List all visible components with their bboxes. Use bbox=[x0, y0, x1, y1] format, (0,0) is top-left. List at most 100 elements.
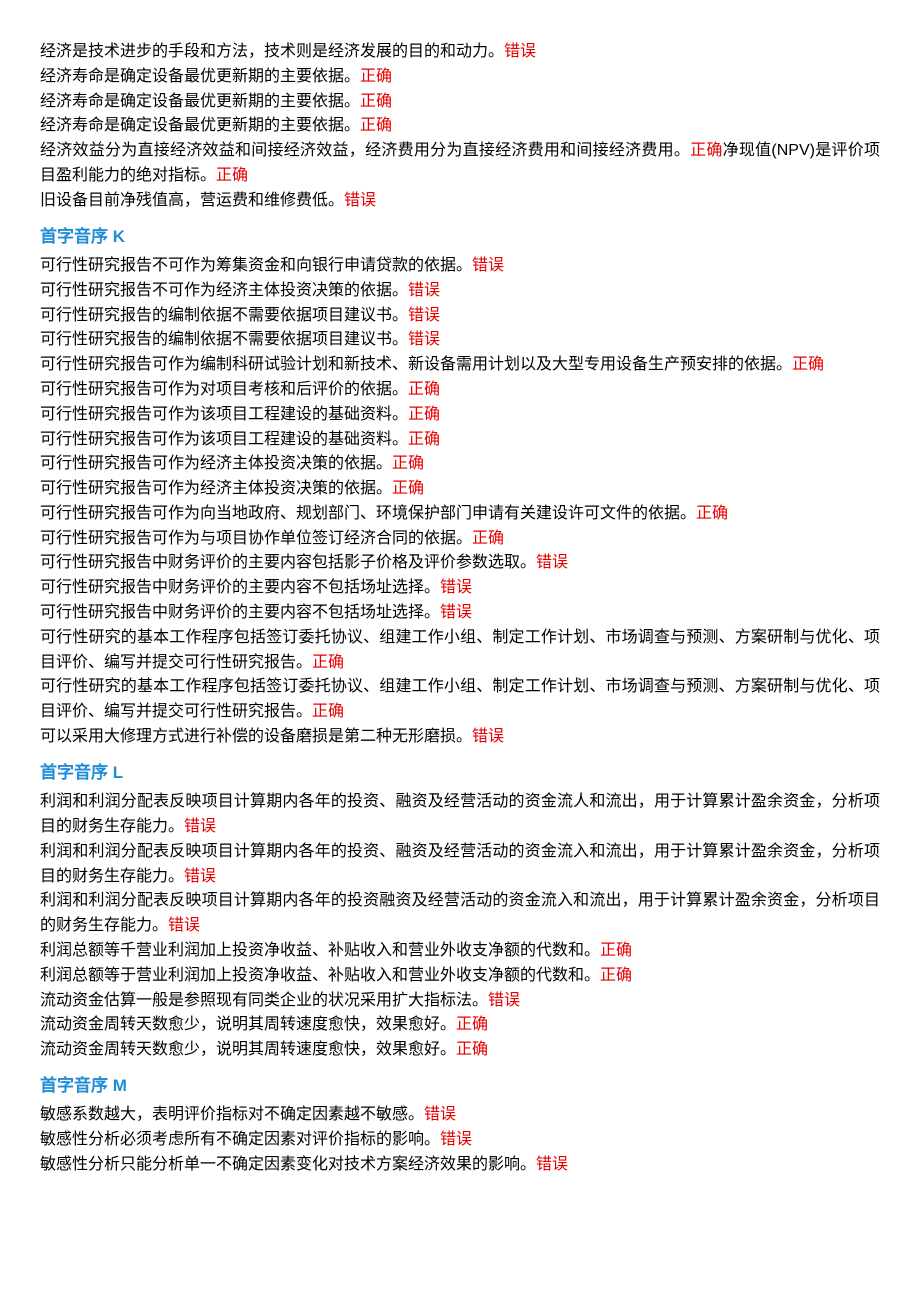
statement-line: 可行性研究报告可作为该项目工程建设的基础资料。正确 bbox=[40, 428, 880, 453]
statement-line: 利润和利润分配表反映项目计算期内各年的投资、融资及经营活动的资金流入和流出，用于… bbox=[40, 840, 880, 890]
statement-text: 可行性研究报告不可作为经济主体投资决策的依据。 bbox=[40, 282, 408, 299]
statement-line: 利润总额等千营业利润加上投资净收益、补贴收入和营业外收支净额的代数和。正确 bbox=[40, 939, 880, 964]
statement-line: 可以采用大修理方式进行补偿的设备磨损是第二种无形磨损。错误 bbox=[40, 725, 880, 750]
answer-correct: 正确 bbox=[696, 505, 728, 522]
statement-line: 流动资金周转天数愈少，说明其周转速度愈快，效果愈好。正确 bbox=[40, 1038, 880, 1063]
answer-correct: 正确 bbox=[792, 356, 824, 373]
statement-line: 经济效益分为直接经济效益和间接经济效益，经济费用分为直接经济费用和间接经济费用。… bbox=[40, 139, 880, 189]
statement-text: 可行性研究的基本工作程序包括签订委托协议、组建工作小组、制定工作计划、市场调查与… bbox=[40, 629, 880, 671]
answer-correct: 正确 bbox=[600, 942, 632, 959]
answer-correct: 正确 bbox=[360, 117, 392, 134]
statement-line: 可行性研究的基本工作程序包括签订委托协议、组建工作小组、制定工作计划、市场调查与… bbox=[40, 675, 880, 725]
statement-line: 可行性研究报告可作为经济主体投资决策的依据。正确 bbox=[40, 452, 880, 477]
statement-text: 经济寿命是确定设备最优更新期的主要依据。 bbox=[40, 117, 360, 134]
answer-wrong: 错误 bbox=[184, 868, 216, 885]
statement-line: 利润总额等于营业利润加上投资净收益、补贴收入和营业外收支净额的代数和。正确 bbox=[40, 964, 880, 989]
statement-text: 可行性研究报告可作为编制科研试验计划和新技术、新设备需用计划以及大型专用设备生产… bbox=[40, 356, 792, 373]
statement-line: 可行性研究报告可作为向当地政府、规划部门、环境保护部门申请有关建设许可文件的依据… bbox=[40, 502, 880, 527]
statement-line: 可行性研究报告可作为该项目工程建设的基础资料。正确 bbox=[40, 403, 880, 428]
statement-text: 可行性研究报告可作为经济主体投资决策的依据。 bbox=[40, 455, 392, 472]
statement-text: 利润和利润分配表反映项目计算期内各年的投资、融资及经营活动的资金流入和流出，用于… bbox=[40, 843, 880, 885]
statement-text: 可行性研究报告中财务评价的主要内容包括影子价格及评价参数选取。 bbox=[40, 554, 536, 571]
statement-text: 利润和利润分配表反映项目计算期内各年的投资、融资及经营活动的资金流人和流出，用于… bbox=[40, 793, 880, 835]
statement-text: 经济寿命是确定设备最优更新期的主要依据。 bbox=[40, 68, 360, 85]
statement-text: 可行性研究报告可作为该项目工程建设的基础资料。 bbox=[40, 406, 408, 423]
answer-wrong: 错误 bbox=[440, 579, 472, 596]
statement-line: 敏感性分析只能分析单一不确定因素变化对技术方案经济效果的影响。错误 bbox=[40, 1153, 880, 1178]
statement-line: 流动资金周转天数愈少，说明其周转速度愈快，效果愈好。正确 bbox=[40, 1013, 880, 1038]
statement-line: 可行性研究报告的编制依据不需要依据项目建议书。错误 bbox=[40, 328, 880, 353]
answer-wrong: 错误 bbox=[344, 192, 376, 209]
answer-correct: 正确 bbox=[690, 142, 723, 159]
statement-line: 可行性研究报告可作为编制科研试验计划和新技术、新设备需用计划以及大型专用设备生产… bbox=[40, 353, 880, 378]
statement-line: 经济寿命是确定设备最优更新期的主要依据。正确 bbox=[40, 65, 880, 90]
answer-wrong: 错误 bbox=[408, 307, 440, 324]
answer-wrong: 错误 bbox=[536, 554, 568, 571]
statement-line: 可行性研究报告可作为对项目考核和后评价的依据。正确 bbox=[40, 378, 880, 403]
answer-wrong: 错误 bbox=[424, 1106, 456, 1123]
answer-correct: 正确 bbox=[312, 654, 344, 671]
statement-text: 可行性研究的基本工作程序包括签订委托协议、组建工作小组、制定工作计划、市场调查与… bbox=[40, 678, 880, 720]
answer-wrong: 错误 bbox=[184, 818, 216, 835]
statement-line: 敏感系数越大，表明评价指标对不确定因素越不敏感。错误 bbox=[40, 1103, 880, 1128]
statement-line: 经济寿命是确定设备最优更新期的主要依据。正确 bbox=[40, 114, 880, 139]
statement-text: 敏感性分析只能分析单一不确定因素变化对技术方案经济效果的影响。 bbox=[40, 1156, 536, 1173]
answer-correct: 正确 bbox=[456, 1016, 488, 1033]
statement-text: 利润总额等千营业利润加上投资净收益、补贴收入和营业外收支净额的代数和。 bbox=[40, 942, 600, 959]
statement-text: 经济是技术进步的手段和方法，技术则是经济发展的目的和动力。 bbox=[40, 43, 504, 60]
statement-line: 流动资金估算一般是参照现有同类企业的状况采用扩大指标法。错误 bbox=[40, 989, 880, 1014]
answer-correct: 正确 bbox=[600, 967, 632, 984]
answer-correct: 正确 bbox=[312, 703, 344, 720]
answer-wrong: 错误 bbox=[440, 604, 472, 621]
answer-wrong: 错误 bbox=[536, 1156, 568, 1173]
statement-line: 经济寿命是确定设备最优更新期的主要依据。正确 bbox=[40, 90, 880, 115]
statement-text: 可行性研究报告可作为与项目协作单位签订经济合同的依据。 bbox=[40, 530, 472, 547]
statement-text: 敏感系数越大，表明评价指标对不确定因素越不敏感。 bbox=[40, 1106, 424, 1123]
statement-text: 可行性研究报告可作为该项目工程建设的基础资料。 bbox=[40, 431, 408, 448]
statement-text: 经济效益分为直接经济效益和间接经济效益，经济费用分为直接经济费用和间接经济费用。 bbox=[40, 142, 690, 159]
statement-line: 可行性研究报告中财务评价的主要内容不包括场址选择。错误 bbox=[40, 576, 880, 601]
answer-correct: 正确 bbox=[360, 68, 392, 85]
statement-text: 可行性研究报告中财务评价的主要内容不包括场址选择。 bbox=[40, 579, 440, 596]
statement-line: 旧设备目前净残值高，营运费和维修费低。错误 bbox=[40, 189, 880, 214]
answer-correct: 正确 bbox=[408, 381, 440, 398]
statement-text: 可行性研究报告可作为对项目考核和后评价的依据。 bbox=[40, 381, 408, 398]
answer-correct: 正确 bbox=[360, 93, 392, 110]
answer-wrong: 错误 bbox=[408, 282, 440, 299]
answer-correct: 正确 bbox=[456, 1041, 488, 1058]
statement-text: 流动资金估算一般是参照现有同类企业的状况采用扩大指标法。 bbox=[40, 992, 488, 1009]
answer-wrong: 错误 bbox=[504, 43, 536, 60]
statement-text: 流动资金周转天数愈少，说明其周转速度愈快，效果愈好。 bbox=[40, 1016, 456, 1033]
statement-text: 可行性研究报告的编制依据不需要依据项目建议书。 bbox=[40, 331, 408, 348]
statement-text: 流动资金周转天数愈少，说明其周转速度愈快，效果愈好。 bbox=[40, 1041, 456, 1058]
statement-text: 可以采用大修理方式进行补偿的设备磨损是第二种无形磨损。 bbox=[40, 728, 472, 745]
answer-wrong: 错误 bbox=[168, 917, 200, 934]
answer-correct: 正确 bbox=[392, 455, 424, 472]
statement-line: 经济是技术进步的手段和方法，技术则是经济发展的目的和动力。错误 bbox=[40, 40, 880, 65]
statement-text: 可行性研究报告的编制依据不需要依据项目建议书。 bbox=[40, 307, 408, 324]
statement-text: 可行性研究报告中财务评价的主要内容不包括场址选择。 bbox=[40, 604, 440, 621]
statement-line: 可行性研究报告不可作为筹集资金和向银行申请贷款的依据。错误 bbox=[40, 254, 880, 279]
statement-line: 利润和利润分配表反映项目计算期内各年的投资、融资及经营活动的资金流人和流出，用于… bbox=[40, 790, 880, 840]
statement-line: 可行性研究报告中财务评价的主要内容包括影子价格及评价参数选取。错误 bbox=[40, 551, 880, 576]
answer-wrong: 错误 bbox=[472, 728, 504, 745]
section-heading: 首字音序 L bbox=[40, 760, 880, 786]
statement-line: 可行性研究报告的编制依据不需要依据项目建议书。错误 bbox=[40, 304, 880, 329]
answer-correct: 正确 bbox=[408, 406, 440, 423]
statement-line: 可行性研究的基本工作程序包括签订委托协议、组建工作小组、制定工作计划、市场调查与… bbox=[40, 626, 880, 676]
statement-text: 敏感性分析必须考虑所有不确定因素对评价指标的影响。 bbox=[40, 1131, 440, 1148]
answer-wrong: 错误 bbox=[440, 1131, 472, 1148]
section-heading: 首字音序 K bbox=[40, 224, 880, 250]
statement-text: 经济寿命是确定设备最优更新期的主要依据。 bbox=[40, 93, 360, 110]
statement-line: 可行性研究报告中财务评价的主要内容不包括场址选择。错误 bbox=[40, 601, 880, 626]
answer-wrong: 错误 bbox=[408, 331, 440, 348]
answer-correct: 正确 bbox=[392, 480, 424, 497]
answer-correct: 正确 bbox=[472, 530, 504, 547]
statement-text: 可行性研究报告可作为经济主体投资决策的依据。 bbox=[40, 480, 392, 497]
statement-text: 可行性研究报告可作为向当地政府、规划部门、环境保护部门申请有关建设许可文件的依据… bbox=[40, 505, 696, 522]
document-body: 经济是技术进步的手段和方法，技术则是经济发展的目的和动力。错误经济寿命是确定设备… bbox=[40, 40, 880, 1178]
statement-line: 可行性研究报告可作为与项目协作单位签订经济合同的依据。正确 bbox=[40, 527, 880, 552]
answer-wrong: 错误 bbox=[472, 257, 504, 274]
statement-line: 可行性研究报告不可作为经济主体投资决策的依据。错误 bbox=[40, 279, 880, 304]
statement-text: 旧设备目前净残值高，营运费和维修费低。 bbox=[40, 192, 344, 209]
